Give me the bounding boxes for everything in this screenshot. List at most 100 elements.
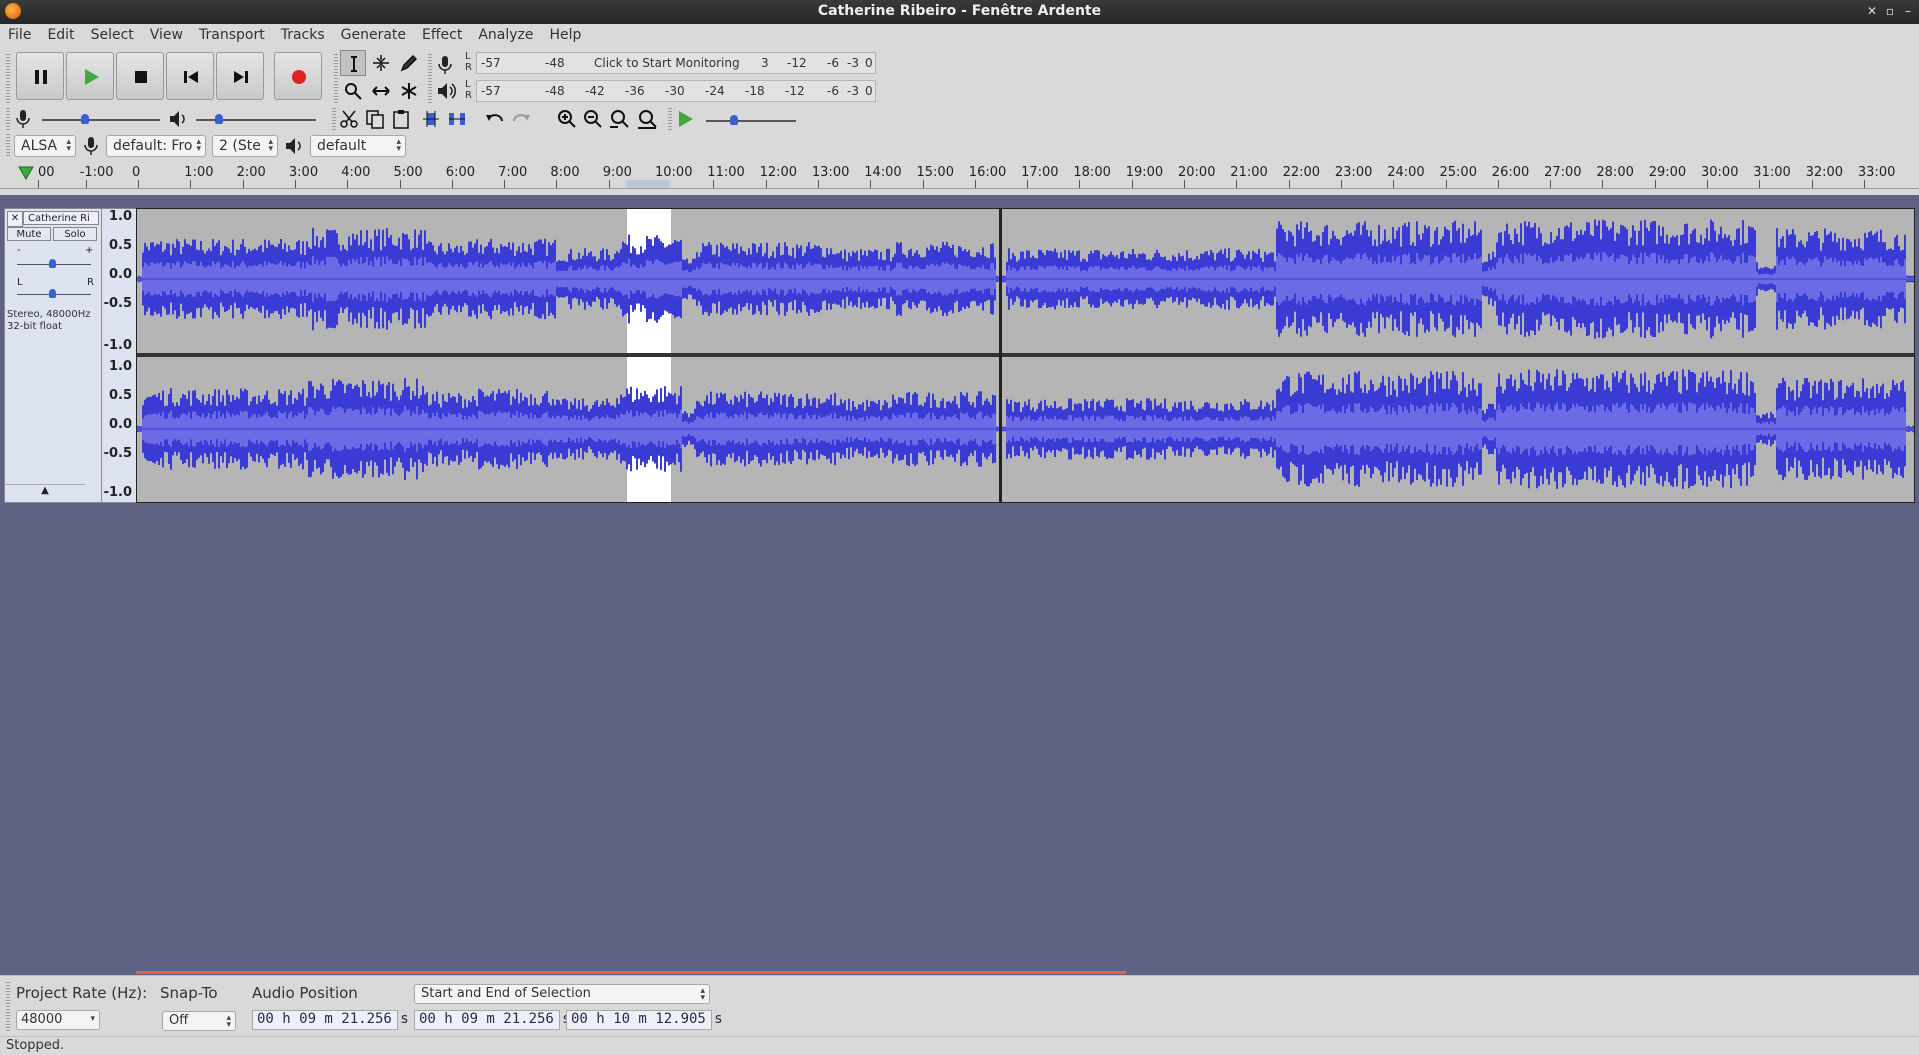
- ruler-time-label: 33:00: [1857, 165, 1896, 180]
- project-rate-value: 48000: [21, 1012, 63, 1027]
- toolbar-grip[interactable]: [332, 108, 336, 130]
- vertical-amplitude-ruler[interactable]: 1.0 0.5 0.0 -0.5 -1.0 1.0 0.5 0.0 -0.5 -…: [102, 208, 136, 503]
- close-track-icon[interactable]: ✕: [7, 211, 23, 227]
- envelope-tool-button[interactable]: [368, 50, 394, 76]
- stop-button[interactable]: [116, 52, 164, 100]
- track-format-info: Stereo, 48000Hz 32-bit float: [7, 309, 91, 333]
- vruler-label: -1.0: [103, 338, 132, 353]
- recording-device-value: default: Fro: [113, 138, 193, 154]
- restore-window-icon[interactable]: ▫: [1882, 3, 1898, 19]
- redo-icon[interactable]: [510, 108, 532, 130]
- record-button[interactable]: [274, 52, 322, 100]
- recording-volume-knob[interactable]: [81, 114, 89, 124]
- playback-volume-slider[interactable]: [196, 119, 316, 121]
- pause-button[interactable]: [16, 52, 64, 100]
- trim-audio-icon[interactable]: [420, 108, 442, 130]
- scroll-indicator: [136, 971, 1126, 974]
- vruler-label: -0.5: [103, 446, 132, 461]
- menu-effect[interactable]: Effect: [414, 24, 470, 46]
- toolbar-grip[interactable]: [668, 108, 672, 130]
- ruler-tick: [817, 180, 819, 188]
- stereo-waveform[interactable]: [137, 209, 1914, 502]
- menu-edit[interactable]: Edit: [39, 24, 82, 46]
- menu-help[interactable]: Help: [542, 24, 590, 46]
- snap-to-label: Snap-To: [160, 984, 218, 1002]
- playback-volume-knob[interactable]: [215, 114, 223, 124]
- spin-arrows-icon: ▴ ▾: [268, 137, 273, 154]
- timeshift-tool-button[interactable]: [368, 78, 394, 104]
- undo-icon[interactable]: [484, 108, 506, 130]
- project-rate-select[interactable]: 48000 ▾: [16, 1010, 100, 1030]
- draw-tool-button[interactable]: [396, 50, 422, 76]
- track-control-panel[interactable]: ✕ Catherine Ri Mute Solo - + L R Stereo,…: [4, 208, 102, 503]
- menu-file[interactable]: File: [0, 24, 39, 46]
- play-speed-knob[interactable]: [730, 115, 738, 125]
- collapse-track-icon[interactable]: ▲: [5, 484, 85, 501]
- close-window-icon[interactable]: ✕: [1864, 3, 1880, 19]
- play-speed-slider[interactable]: [706, 120, 796, 122]
- clip-boundary[interactable]: [999, 209, 1002, 502]
- snap-to-select[interactable]: Off ▴ ▾: [162, 1011, 236, 1031]
- zoom-out-icon[interactable]: [582, 108, 604, 130]
- toolbar-grip[interactable]: [6, 134, 10, 156]
- track-name-dropdown[interactable]: Catherine Ri: [23, 211, 99, 225]
- playback-device-select[interactable]: default ▴ ▾: [310, 135, 406, 157]
- speaker-icon[interactable]: [436, 80, 456, 102]
- play-head-icon[interactable]: [18, 166, 34, 180]
- copy-icon[interactable]: [364, 108, 386, 130]
- microphone-icon[interactable]: [436, 54, 454, 76]
- audio-position-field[interactable]: 00 h 09 m 21.256 s: [252, 1010, 409, 1030]
- zoom-in-icon[interactable]: [556, 108, 578, 130]
- recording-meter[interactable]: -57 -48 Click to Start Monitoring 3 -12 …: [476, 52, 876, 74]
- skip-to-start-button[interactable]: [166, 52, 214, 100]
- recording-volume-slider[interactable]: [42, 119, 160, 121]
- stop-icon: [135, 71, 147, 83]
- menu-analyze[interactable]: Analyze: [470, 24, 541, 46]
- selection-tool-button[interactable]: [340, 50, 366, 76]
- selection-start-field[interactable]: 00 h 09 m 21.256 s: [414, 1010, 571, 1030]
- playback-meter[interactable]: -57 -48 -42 -36 -30 -24 -18 -12 -6 -3 0: [476, 80, 876, 102]
- menu-transport[interactable]: Transport: [191, 24, 273, 46]
- zoom-tool-button[interactable]: [340, 78, 366, 104]
- ruler-tick: [1550, 180, 1552, 188]
- ruler-time-label: 28:00: [1596, 165, 1634, 180]
- toolbar-grip[interactable]: [6, 108, 10, 130]
- multi-tool-button[interactable]: [396, 78, 422, 104]
- channels-select[interactable]: 2 (Ste ▴ ▾: [212, 135, 278, 157]
- menu-select[interactable]: Select: [83, 24, 142, 46]
- meter-tick: -6: [827, 56, 839, 70]
- toolbar-grip[interactable]: [6, 982, 10, 1032]
- paste-icon[interactable]: [390, 108, 412, 130]
- meter-tick: 3: [761, 56, 769, 70]
- menu-generate[interactable]: Generate: [333, 24, 414, 46]
- play-button[interactable]: [66, 52, 114, 100]
- cut-icon[interactable]: [338, 108, 360, 130]
- menu-tracks[interactable]: Tracks: [273, 24, 333, 46]
- fit-selection-icon[interactable]: [608, 108, 630, 130]
- ruler-time-label: 23:00: [1334, 165, 1373, 180]
- toolbar-grip[interactable]: [6, 54, 10, 104]
- toolbar-grip[interactable]: [428, 54, 432, 104]
- ruler-time-label: 22:00: [1282, 165, 1321, 180]
- mute-button[interactable]: Mute: [7, 227, 51, 241]
- ruler-tick: [85, 180, 87, 188]
- pan-knob[interactable]: [49, 289, 56, 298]
- solo-button[interactable]: Solo: [53, 227, 97, 241]
- start-monitoring-text[interactable]: Click to Start Monitoring: [590, 56, 744, 70]
- skip-to-end-button[interactable]: [216, 52, 264, 100]
- minimize-window-icon[interactable]: –: [1900, 3, 1916, 19]
- fit-project-icon[interactable]: [636, 108, 658, 130]
- timeline-ruler[interactable]: 00 -1:00 0 1:00 2:00 3:00 4:00 5:00 6:00 7:00 8:00…: [0, 160, 1919, 189]
- audio-host-select[interactable]: ALSA ▴ ▾: [14, 135, 76, 157]
- silence-audio-icon[interactable]: [446, 108, 468, 130]
- toolbar-grip[interactable]: [334, 54, 338, 104]
- waveform-display[interactable]: [136, 208, 1915, 503]
- ruler-tick: [1288, 180, 1290, 188]
- selection-mode-select[interactable]: Start and End of Selection ▴ ▾: [414, 984, 710, 1004]
- vruler-label: 0.0: [108, 267, 132, 282]
- menu-view[interactable]: View: [142, 24, 191, 46]
- play-at-speed-icon[interactable]: [674, 108, 696, 130]
- selection-end-field[interactable]: 00 h 10 m 12.905 s: [566, 1010, 723, 1030]
- recording-device-select[interactable]: default: Fro ▴ ▾: [106, 135, 206, 157]
- gain-knob[interactable]: [49, 259, 56, 268]
